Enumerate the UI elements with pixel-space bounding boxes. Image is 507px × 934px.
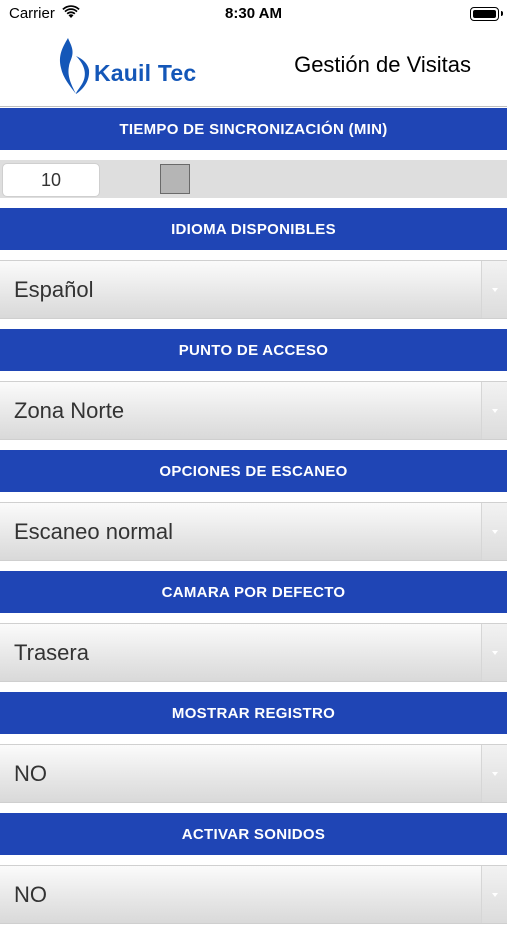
default-camera-dropdown-button[interactable] bbox=[481, 624, 507, 681]
show-log-row: NO bbox=[0, 734, 507, 813]
default-camera-value: Trasera bbox=[14, 639, 89, 665]
show-log-dropdown-button[interactable] bbox=[481, 745, 507, 802]
chevron-down-icon bbox=[491, 892, 498, 897]
page-title: Gestión de Visitas bbox=[294, 52, 471, 77]
chevron-down-icon bbox=[491, 287, 498, 292]
scan-options-value: Escaneo normal bbox=[14, 518, 173, 544]
access-point-header: PUNTO DE ACCESO bbox=[0, 329, 507, 371]
battery-icon bbox=[470, 7, 503, 21]
show-log-header: MOSTRAR REGISTRO bbox=[0, 692, 507, 734]
default-camera-select[interactable]: Trasera bbox=[0, 623, 507, 682]
language-select[interactable]: Español bbox=[0, 260, 507, 319]
access-point-dropdown-button[interactable] bbox=[481, 382, 507, 439]
show-log-select[interactable]: NO bbox=[0, 744, 507, 803]
sync-time-input[interactable]: 10 bbox=[2, 163, 100, 197]
status-time: 8:30 AM bbox=[225, 5, 282, 22]
flame-logo-icon bbox=[59, 38, 90, 94]
access-point-select[interactable]: Zona Norte bbox=[0, 381, 507, 440]
chevron-down-icon bbox=[491, 650, 498, 655]
language-header: IDIOMA DISPONIBLES bbox=[0, 208, 507, 250]
default-camera-header: CAMARA POR DEFECTO bbox=[0, 571, 507, 613]
language-value: Español bbox=[14, 276, 94, 302]
language-dropdown-button[interactable] bbox=[481, 261, 507, 318]
enable-sounds-header: ACTIVAR SONIDOS bbox=[0, 813, 507, 855]
chevron-down-icon bbox=[491, 529, 498, 534]
chevron-down-icon bbox=[491, 408, 498, 413]
scan-options-select[interactable]: Escaneo normal bbox=[0, 502, 507, 561]
sync-time-row: 10 bbox=[0, 150, 507, 208]
enable-sounds-row: NO bbox=[0, 855, 507, 934]
chevron-down-icon bbox=[491, 771, 498, 776]
sync-time-slider-thumb[interactable] bbox=[160, 164, 190, 194]
status-bar: Carrier 8:30 AM bbox=[0, 0, 507, 28]
settings-list: TIEMPO DE SINCRONIZACIÓN (MIN) 10 IDIOMA… bbox=[0, 108, 507, 934]
language-row: Español bbox=[0, 250, 507, 329]
show-log-value: NO bbox=[14, 760, 47, 786]
enable-sounds-select[interactable]: NO bbox=[0, 865, 507, 924]
app-header: Kauil Tec Gestión de Visitas bbox=[0, 28, 507, 107]
logo-text: Kauil Tec bbox=[94, 60, 197, 86]
default-camera-row: Trasera bbox=[0, 613, 507, 692]
sync-time-header: TIEMPO DE SINCRONIZACIÓN (MIN) bbox=[0, 108, 507, 150]
scan-options-header: OPCIONES DE ESCANEO bbox=[0, 450, 507, 492]
app-logo: Kauil Tec bbox=[58, 36, 218, 98]
access-point-value: Zona Norte bbox=[14, 397, 125, 423]
scan-options-row: Escaneo normal bbox=[0, 492, 507, 571]
scan-options-dropdown-button[interactable] bbox=[481, 503, 507, 560]
enable-sounds-value: NO bbox=[14, 881, 47, 907]
enable-sounds-dropdown-button[interactable] bbox=[481, 866, 507, 923]
access-point-row: Zona Norte bbox=[0, 371, 507, 450]
